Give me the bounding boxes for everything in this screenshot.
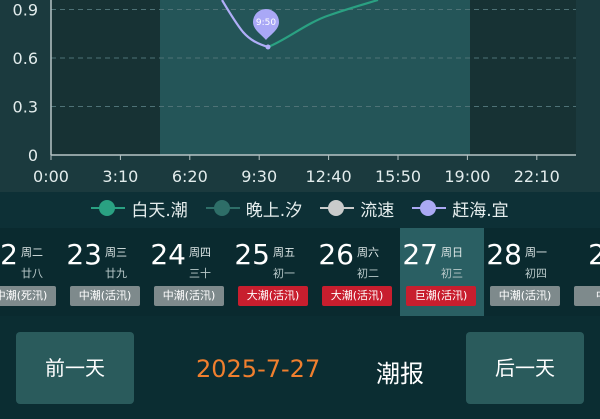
y-tick-label: 0.6 [13, 49, 38, 68]
day-number: 24 [150, 238, 186, 271]
day-item[interactable]: 27 周日初三巨潮(活汛) [400, 228, 484, 316]
day-item[interactable]: 24 周四三十中潮(活汛) [148, 228, 232, 316]
day-item[interactable]: 23 周三廿九中潮(活汛) [64, 228, 148, 316]
day-weekday: 周二 [21, 246, 43, 259]
legend-label: 流速 [360, 200, 395, 221]
low-tide-point [265, 44, 271, 50]
day-tide-badge: 大潮(活汛) [238, 286, 308, 306]
day-item[interactable]: 25 周五初一大潮(活汛) [232, 228, 316, 316]
legend-item: 白天.潮 [91, 196, 188, 221]
day-weekday: 周四 [189, 246, 211, 259]
chart-legend: 白天.潮 晚上.汐 流速 赶海.宜 [0, 194, 600, 222]
x-tick-label: 15:50 [375, 167, 421, 186]
x-tick-label: 9:30 [241, 167, 277, 186]
low-tide-marker-label: 9:50 [256, 18, 276, 28]
x-tick-label: 0:00 [33, 167, 69, 186]
legend-marker [205, 199, 240, 217]
previous-day-button[interactable]: 前一天 [16, 332, 134, 404]
day-lunar-date: 初四 [525, 267, 547, 280]
y-tick-label: 0.9 [13, 1, 38, 20]
day-lunar-date: 初三 [441, 267, 463, 280]
y-tick-label: 0 [28, 146, 38, 165]
tide-chart: 0 0.3 0.6 0.9 0:00 3:10 6:20 9:30 12:40 15:50 19:0… [0, 0, 600, 192]
legend-marker [320, 199, 355, 217]
day-weekday: 周日 [441, 246, 463, 259]
day-number: 22 [0, 238, 18, 271]
day-item[interactable]: 26 周六初二大潮(活汛) [316, 228, 400, 316]
next-day-button[interactable]: 后一天 [466, 332, 584, 404]
day-weekday: 周三 [105, 246, 127, 259]
x-tick-label: 6:20 [172, 167, 208, 186]
day-number: 2 [588, 238, 600, 271]
day-tide-badge: 巨潮(活汛) [406, 286, 476, 306]
x-tick-label: 22:10 [514, 167, 560, 186]
day-item[interactable]: 28 周一初四中潮(活汛) [484, 228, 568, 316]
day-tide-badge: 中潮( [574, 286, 600, 306]
day-weekday: 周六 [357, 246, 379, 259]
tide-chart-plot: 0 0.3 0.6 0.9 0:00 3:10 6:20 9:30 12:40 15:50 19:0… [13, 0, 576, 186]
day-item[interactable]: 22周二廿八中潮(死汛) [0, 228, 64, 316]
legend-label: 赶海.宜 [452, 200, 509, 221]
day-lunar-date: 廿九 [105, 267, 127, 280]
day-selector: 22周二廿八中潮(死汛)23周三廿九中潮(活汛)24周四三十中潮(活汛)25周五… [0, 228, 600, 316]
plot-band-night-early [51, 0, 160, 155]
day-number: 23 [66, 238, 102, 271]
legend-label: 晚上.汐 [245, 200, 303, 221]
day-weekday: 周五 [273, 246, 295, 259]
legend-label: 白天.潮 [131, 200, 188, 221]
x-tick-label: 3:10 [102, 167, 138, 186]
day-weekday: 周一 [525, 246, 547, 259]
day-lunar-date: 廿八 [21, 267, 43, 280]
day-tide-badge: 中潮(活汛) [154, 286, 224, 306]
y-tick-label: 0.3 [13, 98, 38, 117]
legend-marker [91, 199, 126, 217]
day-number: 25 [234, 238, 270, 271]
day-item[interactable]: 2 中潮( [568, 228, 600, 316]
day-number: 27 [402, 238, 438, 271]
legend-item: 晚上.汐 [205, 196, 303, 221]
day-tide-badge: 中潮(死汛) [0, 286, 56, 306]
plot-band-day [160, 0, 470, 155]
day-number: 28 [486, 238, 522, 271]
day-tide-badge: 大潮(活汛) [322, 286, 392, 306]
legend-item: 流速 [320, 196, 394, 221]
x-tick-label: 19:00 [444, 167, 490, 186]
current-date: 2025-7-27 [196, 355, 321, 383]
day-lunar-date: 初一 [273, 267, 295, 280]
x-tick-label: 12:40 [306, 167, 352, 186]
day-tide-badge: 中潮(活汛) [490, 286, 560, 306]
day-tide-badge: 中潮(活汛) [70, 286, 140, 306]
tide-report-label: 潮报 [376, 360, 424, 388]
day-lunar-date: 初二 [357, 267, 379, 280]
legend-marker [412, 199, 447, 217]
day-number: 26 [318, 238, 354, 271]
plot-band-night-late [470, 0, 576, 155]
legend-item: 赶海.宜 [412, 196, 509, 221]
day-lunar-date: 三十 [189, 267, 211, 280]
bottom-bar: 前一天 2025-7-27 潮报 后一天 [0, 316, 600, 419]
